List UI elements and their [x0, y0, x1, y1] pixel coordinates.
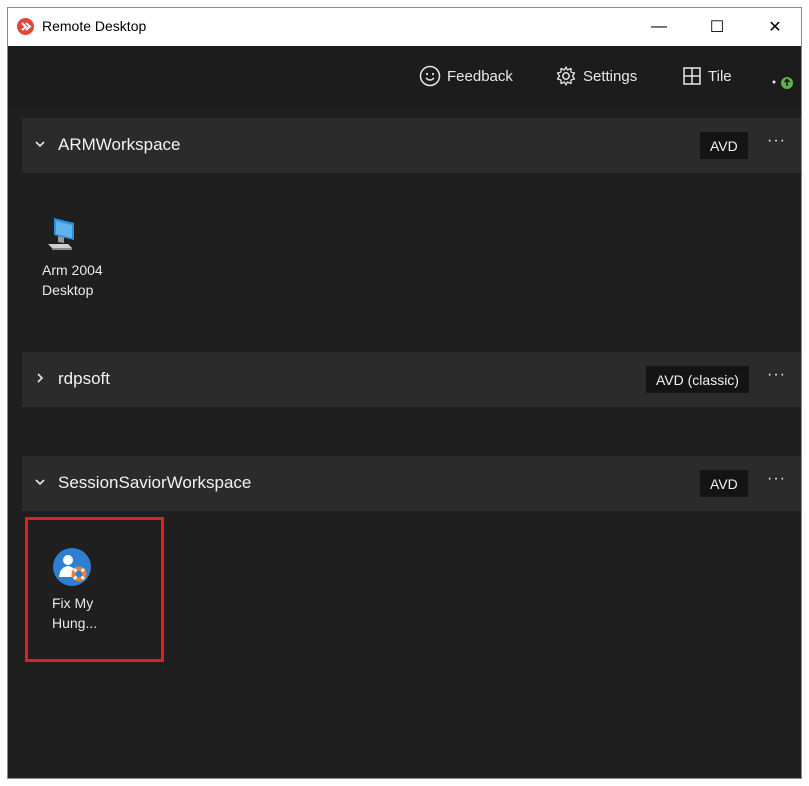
workspace-name: rdpsoft [58, 369, 110, 388]
close-button[interactable]: ✕ [747, 8, 801, 46]
title-bar: Remote Desktop — ☐ ✕ [8, 8, 801, 46]
chevron-right-icon[interactable] [34, 371, 46, 389]
workspace-header-armworkspace[interactable]: ARMWorkspace AVD ··· [22, 118, 801, 173]
account-status-icon[interactable] [767, 70, 797, 94]
workspace-type-badge: AVD (classic) [646, 366, 749, 393]
remote-desktop-app-icon [17, 18, 34, 35]
toolbar: Feedback Settings Tile [8, 46, 801, 106]
tile-grid-icon [682, 66, 702, 86]
smiley-icon [419, 65, 441, 87]
feedback-label: Feedback [447, 67, 513, 85]
workspace-name: ARMWorkspace [58, 135, 181, 154]
resource-label-line2: Desktop [42, 282, 94, 298]
settings-label: Settings [583, 67, 638, 85]
resource-arm-2004-desktop[interactable]: Arm 2004 Desktop [42, 214, 150, 300]
tile-view-button[interactable]: Tile [682, 63, 732, 89]
tile-label: Tile [708, 67, 732, 85]
gear-icon [555, 65, 577, 87]
maximize-button[interactable]: ☐ [689, 8, 745, 46]
workspace-header-rdpsoft[interactable]: rdpsoft AVD (classic) ··· [22, 352, 801, 407]
workspace-name: SessionSaviorWorkspace [58, 473, 252, 492]
workspace-more-menu[interactable]: ··· [767, 366, 786, 384]
chevron-down-icon[interactable] [34, 137, 46, 155]
workspace-more-menu[interactable]: ··· [767, 470, 786, 488]
workspace-more-menu[interactable]: ··· [767, 132, 786, 150]
workspace-type-badge: AVD [700, 132, 748, 159]
minimize-button[interactable]: — [631, 8, 687, 46]
workspace-type-badge: AVD [700, 470, 748, 497]
resource-label-line1: Arm 2004 [42, 262, 103, 278]
window-title: Remote Desktop [42, 18, 147, 34]
workspace-header-sessionsaviorworkspace[interactable]: SessionSaviorWorkspace AVD ··· [22, 456, 801, 511]
desktop-icon [42, 214, 82, 254]
chevron-down-icon[interactable] [34, 475, 46, 493]
remote-desktop-window: Remote Desktop — ☐ ✕ Feedback Settings T… [7, 7, 802, 779]
feedback-button[interactable]: Feedback [419, 63, 513, 89]
settings-button[interactable]: Settings [555, 63, 637, 89]
selection-highlight-box [25, 517, 164, 662]
